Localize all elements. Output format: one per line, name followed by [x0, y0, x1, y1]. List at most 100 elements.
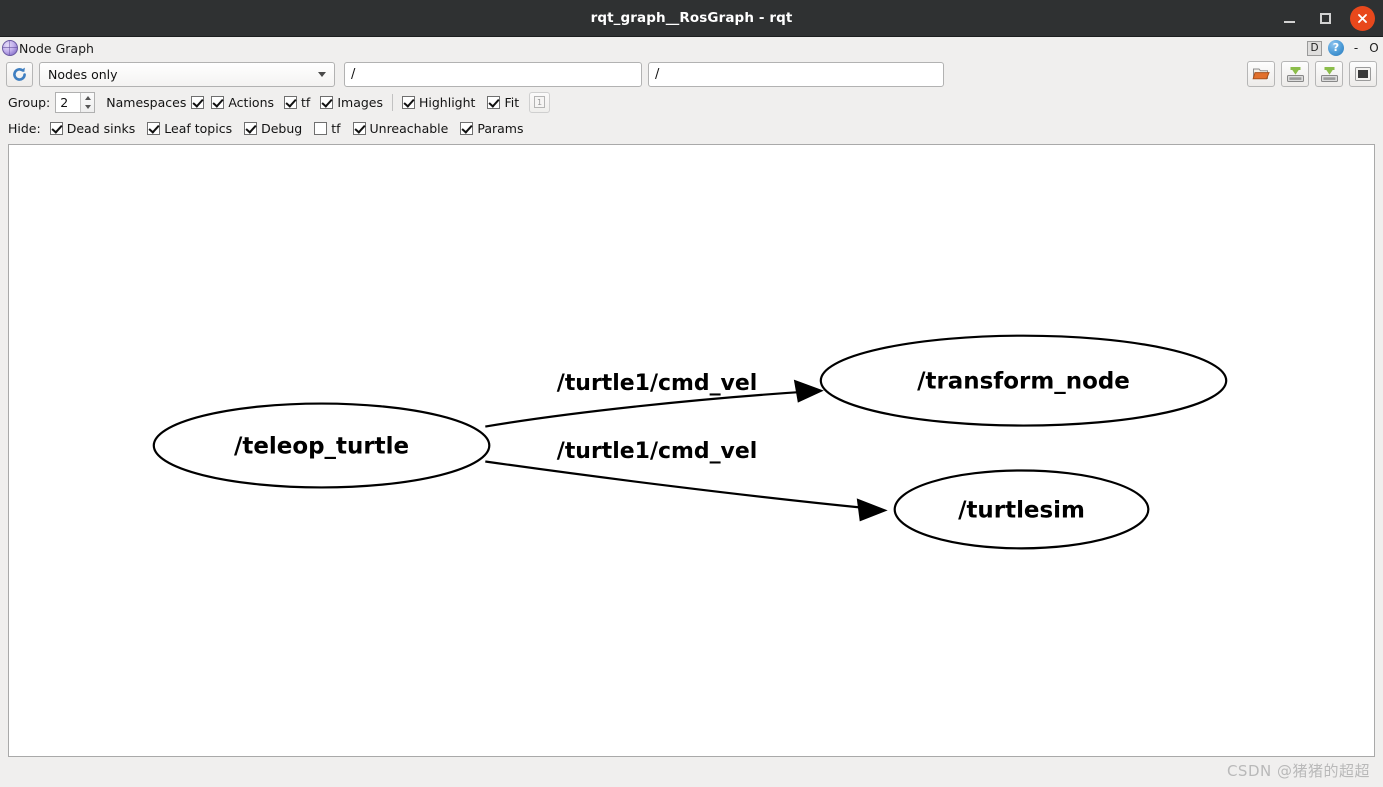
title-bar: rqt_graph__RosGraph - rqt	[0, 0, 1383, 37]
edge-line-teleop-turtlesim	[485, 460, 870, 510]
watermark: CSDN @猪猪的超超	[1226, 762, 1370, 780]
dock-close-button[interactable]: O	[1368, 41, 1380, 55]
edge-label-teleop-turtlesim: /turtle1/cmd_vel	[557, 439, 757, 464]
node-label-turtlesim: /turtlesim	[958, 497, 1085, 523]
node-label-transform-node: /transform_node	[917, 369, 1130, 395]
namespaces-checkbox-box[interactable]	[191, 95, 205, 109]
hide-debug[interactable]: Debug	[244, 121, 302, 136]
hide-params-label: Params	[477, 120, 524, 136]
fit-checkbox[interactable]: Fit	[487, 95, 519, 110]
fit-checkbox-box[interactable]	[487, 95, 501, 109]
toolbar-primary: Nodes only / /	[0, 59, 1383, 89]
save-svg-button[interactable]	[1315, 61, 1343, 87]
close-icon	[1358, 13, 1367, 23]
dock-header-controls: D ? - O	[1307, 37, 1380, 59]
edge-arrowhead-teleop-transform	[793, 379, 824, 403]
fit-in-view-button[interactable]: 1	[529, 91, 551, 113]
edge-arrowhead-teleop-turtlesim	[856, 498, 888, 522]
tf-checkbox[interactable]: tf	[284, 95, 310, 110]
save-dot-icon	[1286, 66, 1304, 82]
minimize-icon	[1283, 20, 1295, 23]
hide-tf-box[interactable]	[314, 121, 328, 135]
hide-params[interactable]: Params	[460, 121, 523, 136]
hide-unreachable-box[interactable]	[352, 121, 366, 135]
hide-dead-sinks[interactable]: Dead sinks	[49, 120, 136, 136]
window-title: rqt_graph__RosGraph - rqt	[590, 10, 793, 26]
toolbar-right-buttons	[1247, 61, 1377, 87]
edge-label-teleop-transform: /turtle1/cmd_vel	[557, 371, 757, 396]
hide-leaf-topics[interactable]: Leaf topics	[147, 121, 232, 136]
tf-label: tf	[301, 94, 311, 110]
hide-dead-sinks-box[interactable]	[49, 121, 63, 135]
folder-open-icon	[1252, 68, 1270, 80]
actions-label: Actions	[228, 94, 275, 110]
hide-label: Hide:	[8, 120, 41, 136]
graph-node-turtlesim[interactable]: /turtlesim	[893, 469, 1150, 550]
fit-in-view-icon: 1	[534, 96, 546, 108]
hide-debug-box[interactable]	[244, 121, 258, 135]
ros-node-graph[interactable]: /turtle1/cmd_vel /turtle1/cmd_vel /teleo…	[9, 145, 1374, 756]
group-label: Group:	[8, 94, 51, 110]
image-icon	[1355, 67, 1371, 81]
edge-line-teleop-transform	[485, 390, 808, 428]
spin-down-icon[interactable]	[84, 104, 91, 109]
graph-node-teleop-turtle[interactable]: /teleop_turtle	[152, 402, 491, 489]
help-icon[interactable]: ?	[1328, 40, 1344, 56]
graph-view[interactable]: /turtle1/cmd_vel /turtle1/cmd_vel /teleo…	[8, 144, 1375, 757]
refresh-button[interactable]	[6, 61, 33, 87]
topic-filter-input[interactable]: /	[648, 61, 944, 87]
toolbar-hide-row: Hide: Dead sinks Leaf topics Debug tf Un…	[0, 115, 1383, 141]
load-dot-button[interactable]	[1247, 61, 1275, 87]
namespaces-label: Namespaces	[106, 94, 187, 110]
spin-up-icon[interactable]	[84, 95, 91, 100]
node-label-teleop-turtle: /teleop_turtle	[234, 434, 409, 460]
maximize-icon	[1319, 12, 1331, 24]
dock-widget-header: Node Graph D ? - O	[0, 37, 1383, 59]
images-checkbox-box[interactable]	[320, 95, 334, 109]
highlight-checkbox-box[interactable]	[402, 95, 415, 109]
view-mode-value: Nodes only	[48, 66, 118, 82]
fit-label: Fit	[504, 94, 520, 110]
graph-edge-teleop-transform[interactable]: /turtle1/cmd_vel	[485, 371, 824, 428]
graph-node-transform-node[interactable]: /transform_node	[819, 334, 1228, 427]
hide-leaf-topics-box[interactable]	[147, 121, 161, 135]
tf-checkbox-box[interactable]	[284, 95, 298, 109]
hide-dead-sinks-label: Dead sinks	[66, 120, 136, 136]
dock-float-button[interactable]: -	[1350, 41, 1362, 55]
hide-tf[interactable]: tf	[314, 120, 341, 136]
highlight-label: Highlight	[419, 94, 476, 110]
chevron-down-icon	[318, 71, 326, 77]
actions-checkbox[interactable]: Actions	[211, 95, 274, 110]
images-checkbox[interactable]: Images	[320, 95, 383, 110]
toolbar-separator	[392, 93, 393, 111]
hide-tf-label: tf	[331, 120, 341, 136]
dock-title: Node Graph	[19, 40, 94, 56]
maximize-button[interactable]	[1314, 7, 1336, 29]
graph-canvas-container: /turtle1/cmd_vel /turtle1/cmd_vel /teleo…	[0, 141, 1383, 787]
close-button[interactable]	[1350, 5, 1375, 31]
hide-debug-label: Debug	[261, 120, 303, 136]
save-svg-icon	[1320, 66, 1338, 82]
minimize-button[interactable]	[1278, 7, 1300, 29]
toolbar-options: Group: 2 Namespaces Actions tf Images Hi…	[0, 89, 1383, 115]
hide-unreachable[interactable]: Unreachable	[352, 120, 449, 136]
save-dot-button[interactable]	[1281, 61, 1309, 87]
highlight-checkbox[interactable]: Highlight	[402, 95, 475, 110]
graph-edge-teleop-turtlesim[interactable]: /turtle1/cmd_vel	[485, 439, 888, 522]
node-graph-icon	[2, 40, 18, 56]
node-filter-input[interactable]: /	[344, 61, 642, 87]
hide-params-box[interactable]	[460, 121, 474, 135]
refresh-icon	[13, 67, 26, 81]
dock-badge-d[interactable]: D	[1307, 40, 1322, 56]
group-spin-arrows[interactable]	[80, 92, 95, 112]
window-controls	[1278, 0, 1375, 36]
group-value: 2	[60, 94, 69, 110]
actions-checkbox-box[interactable]	[211, 95, 225, 109]
hide-leaf-topics-label: Leaf topics	[164, 120, 233, 136]
view-mode-combobox[interactable]: Nodes only	[39, 61, 335, 87]
app-window: rqt_graph__RosGraph - rqt Node Graph D ?…	[0, 0, 1383, 787]
hide-unreachable-label: Unreachable	[369, 120, 449, 136]
group-spinbox[interactable]: 2	[55, 91, 96, 113]
save-image-button[interactable]	[1349, 61, 1377, 87]
namespaces-checkbox[interactable]: Namespaces	[106, 94, 205, 110]
